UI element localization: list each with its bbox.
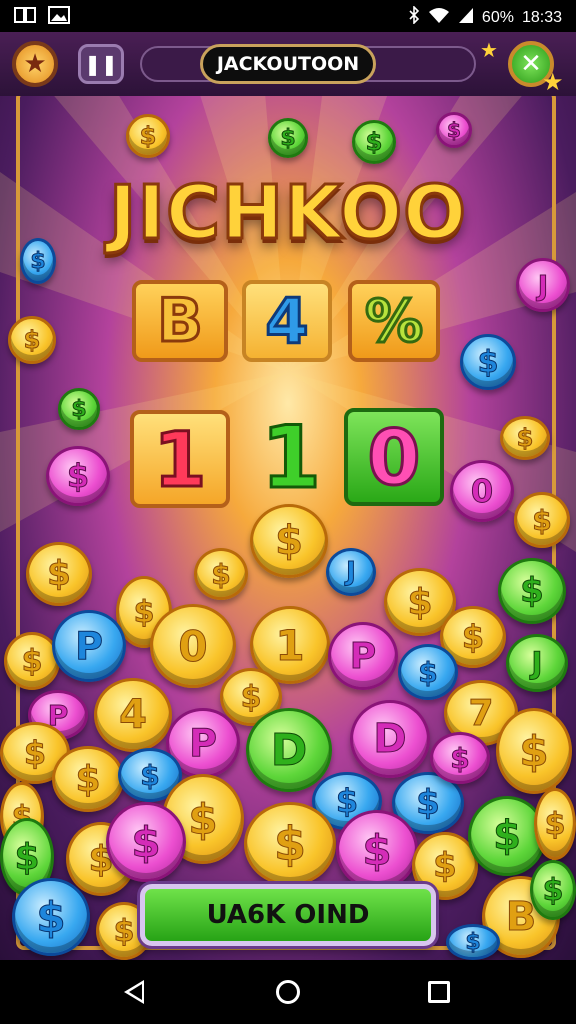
coin: J — [506, 634, 568, 692]
coin: $ — [20, 238, 56, 284]
pause-button[interactable]: ❚❚ — [78, 44, 124, 84]
close-icon: ✕ — [520, 49, 542, 79]
coin: $ — [496, 708, 572, 794]
coin: $ — [446, 924, 500, 960]
coin: $ — [106, 802, 186, 882]
coin: $ — [514, 492, 570, 548]
slot-tile: B — [132, 280, 228, 362]
coin: $ — [46, 446, 110, 506]
coin: P — [52, 610, 126, 682]
clock: 18:33 — [521, 8, 562, 26]
coin: $ — [436, 112, 472, 148]
slot-tile: 1 — [130, 410, 230, 508]
jackpot-headline: JICHKOO — [107, 169, 468, 258]
coin: $ — [336, 810, 418, 890]
recents-icon[interactable] — [428, 981, 450, 1003]
coin: $ — [500, 416, 550, 460]
wifi-icon — [428, 6, 450, 29]
coin: 4 — [94, 678, 172, 752]
game-area: ★ ❚❚ JACKOUTOON ✕ ★ ★ JICHKOO B 4 % 1 1 … — [0, 32, 576, 960]
sparkle-star-icon: ★ — [480, 38, 498, 62]
coin: $ — [12, 878, 90, 956]
coin: $ — [244, 802, 336, 886]
coin: $ — [250, 504, 328, 578]
collect-button[interactable]: UA6K OIND — [140, 884, 436, 946]
home-icon[interactable] — [276, 980, 300, 1004]
coin: J — [516, 258, 570, 312]
navigation-bar — [0, 960, 576, 1024]
slot-tile: 1 — [260, 407, 323, 510]
pause-icon: ❚❚ — [84, 52, 118, 76]
cellular-icon — [458, 6, 474, 29]
coin: $ — [398, 644, 458, 700]
coin: $ — [498, 558, 566, 624]
coin: D — [350, 700, 430, 778]
coin: $ — [460, 334, 516, 390]
coin: $ — [530, 860, 576, 920]
coin: $ — [268, 118, 308, 158]
battery-level: 60% — [481, 8, 514, 26]
game-title: JACKOUTOON — [200, 44, 376, 84]
coin: $ — [8, 316, 56, 364]
favorite-button[interactable]: ★ — [12, 41, 58, 87]
coin: $ — [26, 542, 92, 606]
coin: $ — [534, 788, 576, 860]
slot-tile: 0 — [344, 408, 444, 506]
bluetooth-icon — [408, 5, 420, 29]
image-icon — [48, 6, 70, 29]
status-bar: 60% 18:33 — [0, 0, 576, 32]
slot-tile: 4 — [242, 280, 332, 362]
slot-tile: % — [348, 280, 440, 362]
coin: 0 — [150, 604, 236, 688]
top-bar: ★ ❚❚ JACKOUTOON ✕ ★ ★ — [0, 32, 576, 96]
coin: $ — [352, 120, 396, 164]
coin: $ — [126, 114, 170, 158]
notification-icon — [14, 6, 36, 29]
coin: $ — [430, 732, 490, 784]
coin: D — [246, 708, 332, 792]
coin: $ — [52, 746, 124, 812]
coin: J — [326, 548, 376, 596]
coin: $ — [58, 388, 100, 430]
star-icon: ★ — [23, 49, 47, 79]
coin: 0 — [450, 460, 514, 522]
coin: P — [328, 622, 398, 690]
coin: $ — [194, 548, 248, 600]
sparkle-star-icon: ★ — [542, 68, 564, 96]
